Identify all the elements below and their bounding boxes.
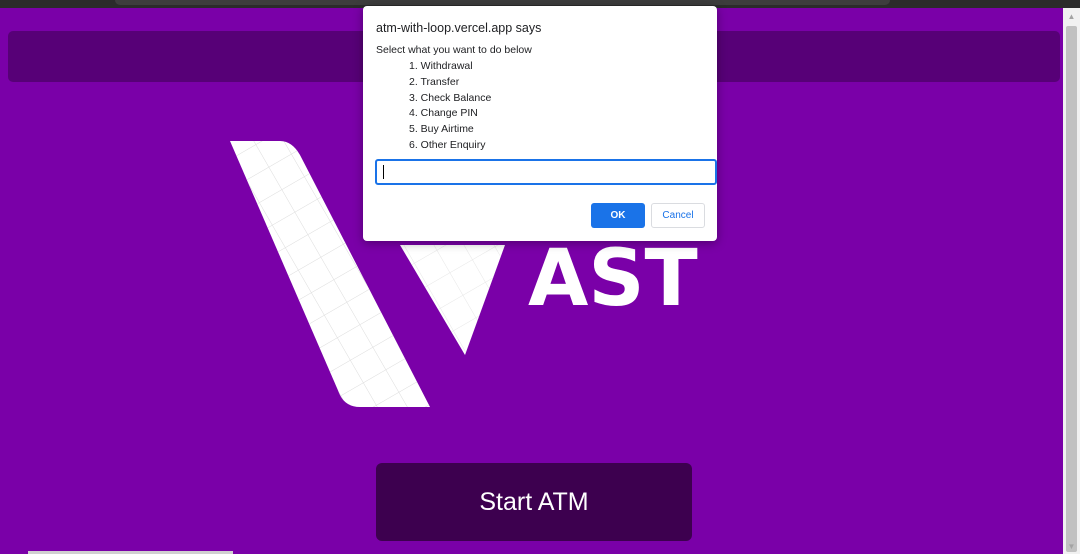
- browser-tab-shade: [115, 0, 890, 5]
- prompt-input[interactable]: [375, 159, 717, 185]
- dialog-message: Select what you want to do below: [376, 44, 532, 56]
- prompt-dialog: atm-with-loop.vercel.app says Select wha…: [363, 6, 717, 241]
- menu-option: 5. Buy Airtime: [409, 123, 474, 136]
- menu-option: 1. Withdrawal: [409, 60, 473, 72]
- scrollbar-thumb[interactable]: [1066, 26, 1077, 552]
- menu-option: 2. Transfer: [409, 75, 460, 88]
- start-atm-button[interactable]: Start ATM: [376, 463, 692, 541]
- menu-options-list: 1. Withdrawal 2. Transfer 3. Check Balan…: [409, 59, 491, 154]
- logo-wordmark: AST: [528, 234, 698, 324]
- dialog-title: atm-with-loop.vercel.app says: [376, 21, 542, 35]
- scroll-down-arrow-icon[interactable]: ▼: [1063, 538, 1080, 554]
- cancel-button[interactable]: Cancel: [651, 203, 705, 228]
- text-caret: [383, 165, 384, 179]
- ok-button[interactable]: OK: [591, 203, 645, 228]
- menu-option: 3. Check Balance: [409, 91, 492, 104]
- vertical-scrollbar[interactable]: ▲ ▼: [1063, 8, 1080, 554]
- menu-option: 6. Other Enquiry: [409, 138, 486, 151]
- menu-option: 4. Change PIN: [409, 107, 478, 120]
- scroll-up-arrow-icon[interactable]: ▲: [1063, 8, 1080, 24]
